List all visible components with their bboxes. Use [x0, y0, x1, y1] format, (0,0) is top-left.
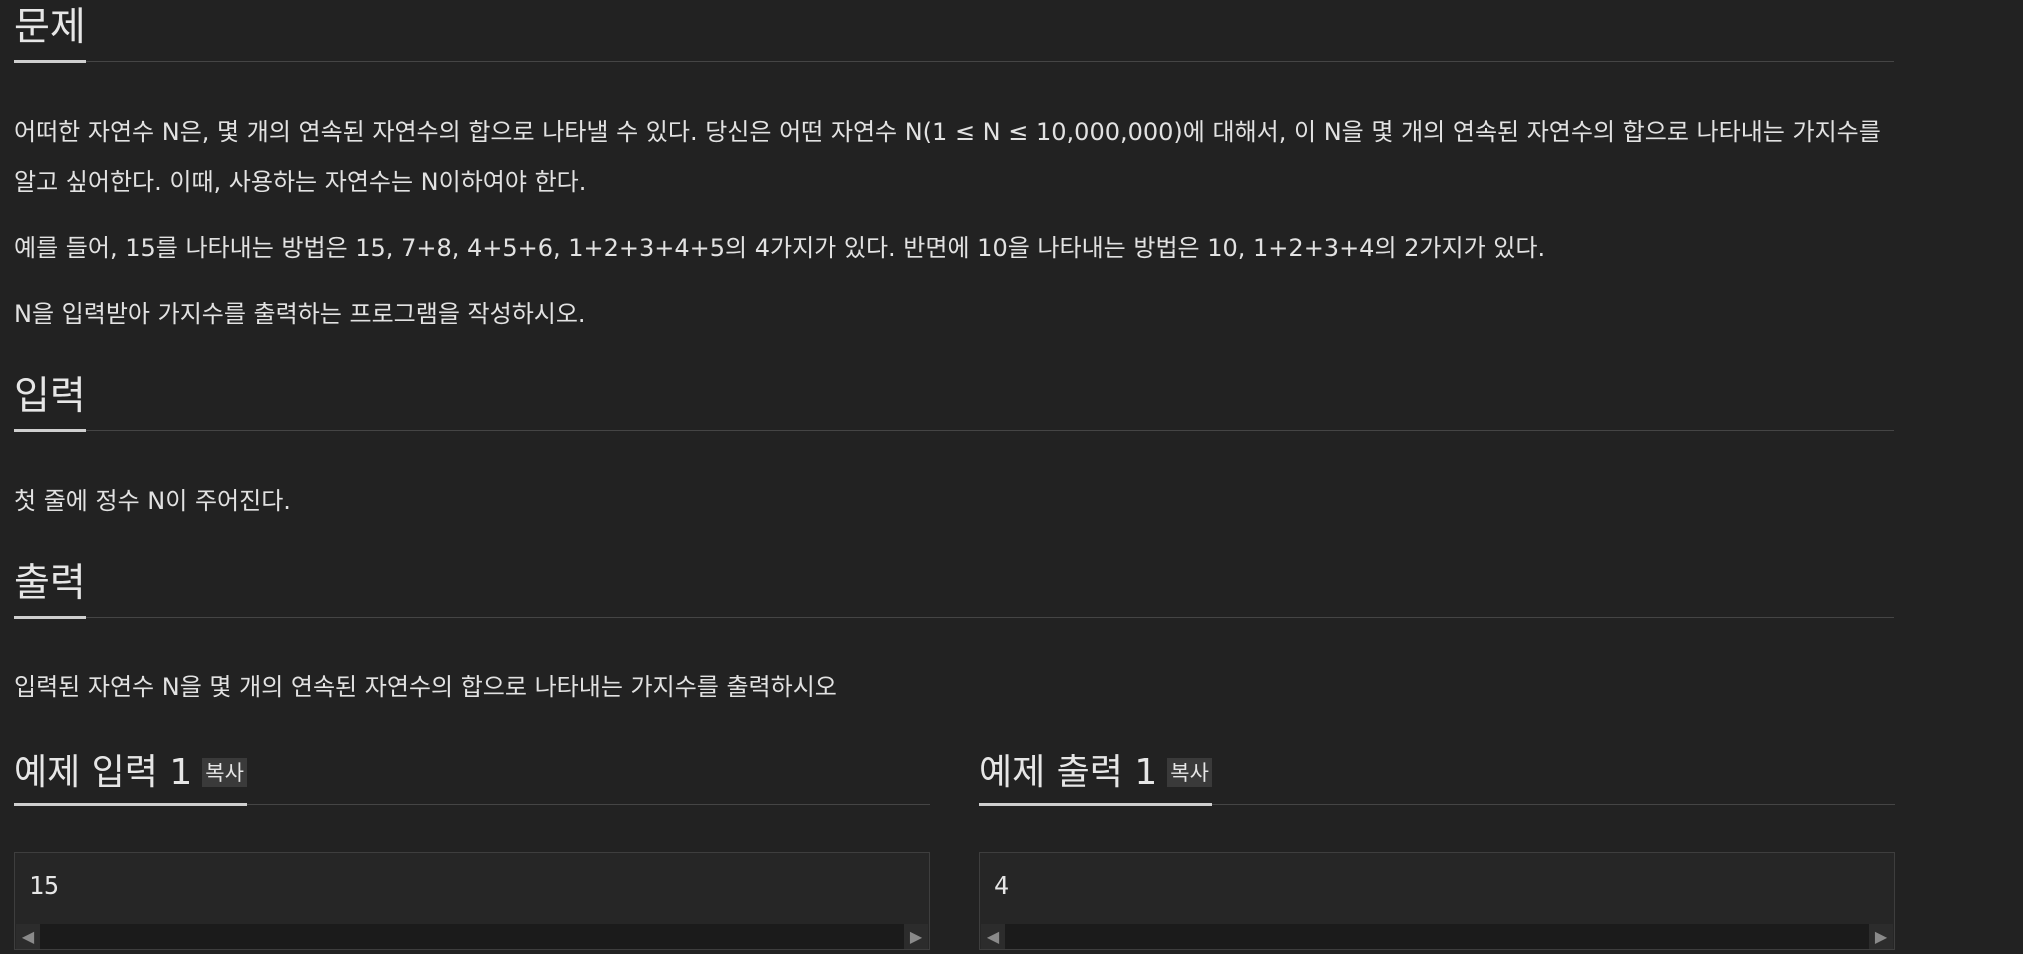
scroll-left-arrow-icon[interactable]: ◀: [16, 924, 40, 949]
input-header: 입력: [14, 377, 1894, 432]
sample-input-header: 예제 입력 1 복사: [14, 752, 930, 806]
sample-input-title: 예제 입력 1 복사: [14, 752, 247, 806]
scroll-right-arrow-icon[interactable]: ▶: [904, 924, 928, 949]
sample-output-title: 예제 출력 1 복사: [979, 752, 1212, 806]
sample-input-scroll-thumb[interactable]: [40, 924, 904, 949]
sample-output-box[interactable]: 4 ◀ ▶: [979, 852, 1895, 950]
output-header: 출력: [14, 564, 1894, 619]
sample-input-title-text: 예제 입력 1: [14, 752, 193, 793]
input-title: 입력: [14, 377, 86, 432]
sample-output-header: 예제 출력 1 복사: [979, 752, 1895, 806]
scroll-left-arrow-icon[interactable]: ◀: [981, 924, 1005, 949]
sample-output-scrollbar[interactable]: ◀ ▶: [981, 924, 1893, 949]
sample-input-copy-button[interactable]: 복사: [202, 758, 247, 787]
problem-header: 문제: [14, 8, 1894, 63]
output-title: 출력: [14, 564, 86, 619]
sample-output-copy-button[interactable]: 복사: [1167, 758, 1212, 787]
problem-paragraph-3: N을 입력받아 가지수를 출력하는 프로그램을 작성하시오.: [14, 300, 586, 328]
input-description: 첫 줄에 정수 N이 주어진다.: [14, 487, 291, 515]
sample-input-scrollbar[interactable]: ◀ ▶: [16, 924, 928, 949]
problem-title: 문제: [14, 8, 86, 63]
sample-input-value: 15: [29, 871, 60, 900]
problem-paragraph-1: 어떠한 자연수 N은, 몇 개의 연속된 자연수의 합으로 나타낼 수 있다. …: [14, 118, 1881, 196]
sample-output-title-text: 예제 출력 1: [979, 752, 1158, 793]
output-description: 입력된 자연수 N을 몇 개의 연속된 자연수의 합으로 나타내는 가지수를 출…: [14, 673, 837, 701]
sample-input-box[interactable]: 15 ◀ ▶: [14, 852, 930, 950]
sample-output-value: 4: [994, 871, 1010, 900]
problem-paragraph-2: 예를 들어, 15를 나타내는 방법은 15, 7+8, 4+5+6, 1+2+…: [14, 234, 1546, 262]
scroll-right-arrow-icon[interactable]: ▶: [1869, 924, 1893, 949]
problem-page: 문제 어떠한 자연수 N은, 몇 개의 연속된 자연수의 합으로 나타낼 수 있…: [0, 0, 2023, 954]
sample-output-scroll-thumb[interactable]: [1005, 924, 1869, 949]
